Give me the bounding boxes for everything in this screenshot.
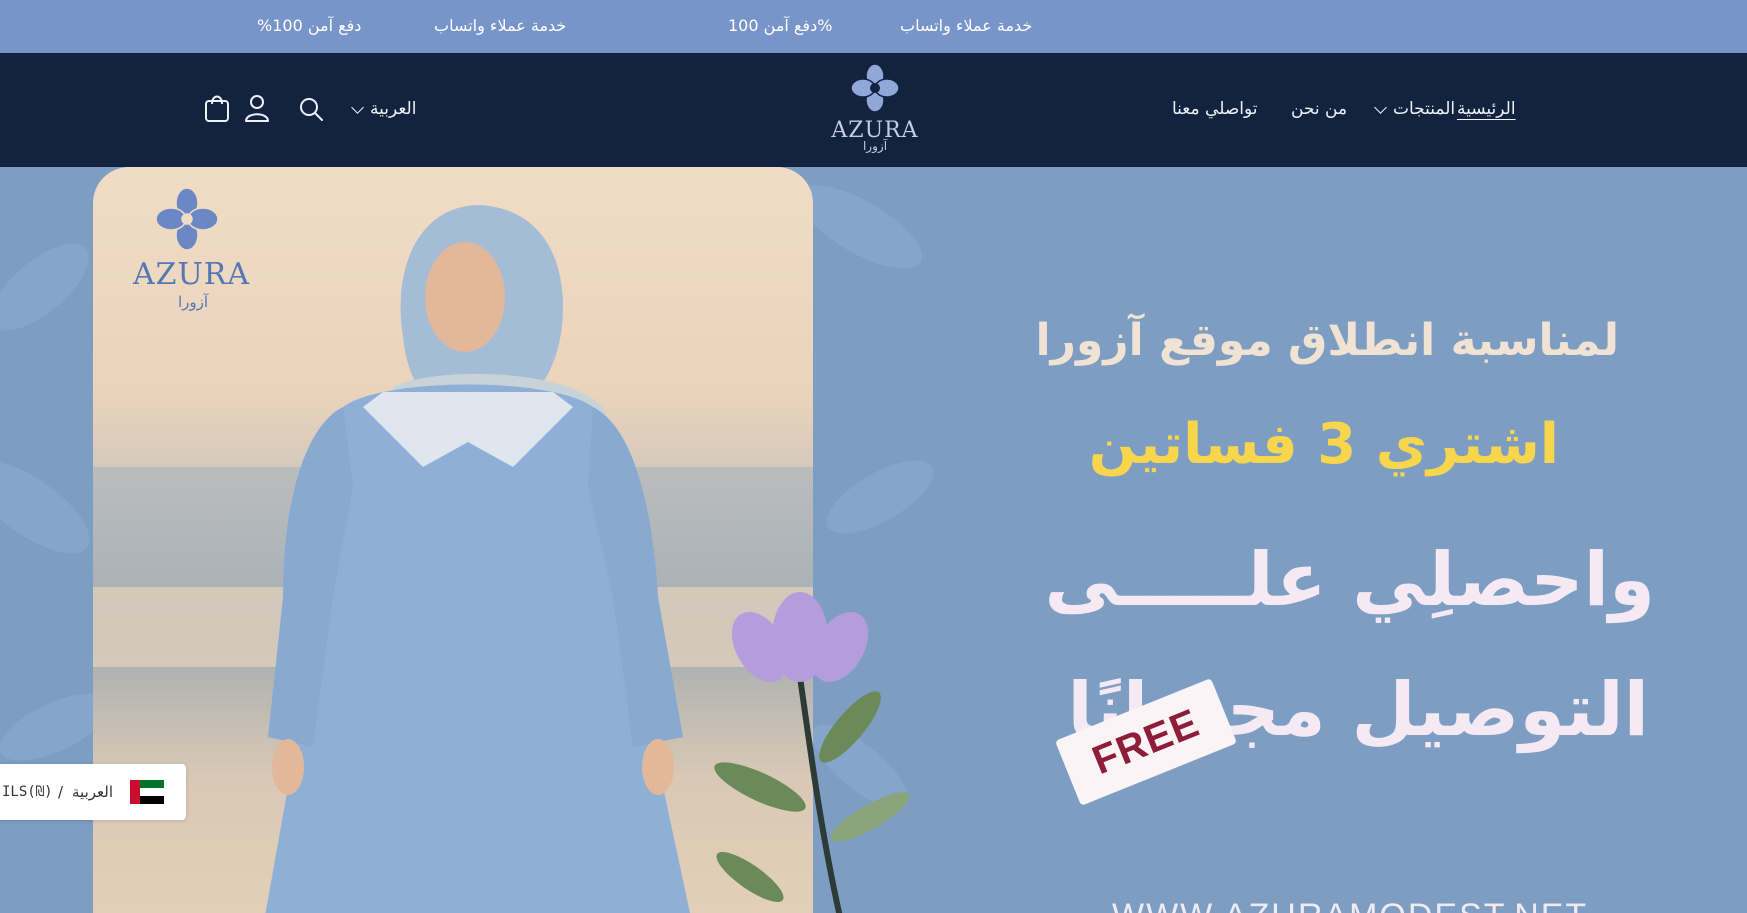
nav-home-label: الرئيسية [1457,99,1516,119]
flower-decoration-icon [714,592,910,913]
nav-home[interactable]: الرئيسية [1457,99,1516,119]
announcement-bar: خدمة عملاء واتساب %دفع آمن 100 خدمة عملا… [0,0,1747,53]
locale-currency: ILS(₪) [2,784,53,800]
language-select-label: العربية [370,99,417,119]
nav-about[interactable]: من نحن [1291,99,1347,119]
nav-contact[interactable]: تواصلي معنا [1172,99,1258,119]
card-logo-wordmark: AZURA [133,257,251,292]
chevron-down-icon [351,100,364,114]
nav-products[interactable]: المنتجات [1374,99,1456,119]
hero-headline-buy-three: اشتري 3 فساتين [1088,412,1559,477]
nav-about-label: من نحن [1291,99,1348,119]
account-icon[interactable] [243,93,271,123]
site-header: الرئيسية المنتجات من نحن تواصلي معنا AZU… [0,53,1747,167]
announcement-secure-pay-1: %دفع آمن 100 [728,16,833,35]
uae-flag-icon [130,780,164,804]
logo-flower-icon [850,63,900,113]
nav-products-label: المنتجات [1393,99,1456,119]
search-icon[interactable] [297,95,325,123]
hero-headline-launch: لمناسبة انطلاق موقع آزورا [1035,315,1619,366]
locale-separator: / [58,783,64,801]
hero-url: WWW.AZURAMODEST.NET [1112,897,1588,913]
announcement-whatsapp-2: خدمة عملاء واتساب [434,16,567,35]
locale-language: العربية [72,783,113,801]
announcement-whatsapp-1: خدمة عملاء واتساب [900,16,1033,35]
card-logo-sub: آزورا [178,293,209,311]
announcement-secure-pay-2: دفع آمن 100% [257,16,362,35]
locale-switcher[interactable]: العربية / ILS(₪) [0,764,186,820]
site-logo[interactable]: AZURA آزورا [830,62,920,162]
cart-icon[interactable] [203,93,231,123]
chevron-down-icon [1374,100,1387,114]
hero-banner[interactable]: AZURA آزورا لمناسبة انطلاق موقع آزورا اش… [0,167,1747,913]
language-select[interactable]: العربية [351,99,417,119]
nav-contact-label: تواصلي معنا [1172,99,1258,119]
hero-headline-get: واحصلِي علـــــى [1044,537,1655,623]
